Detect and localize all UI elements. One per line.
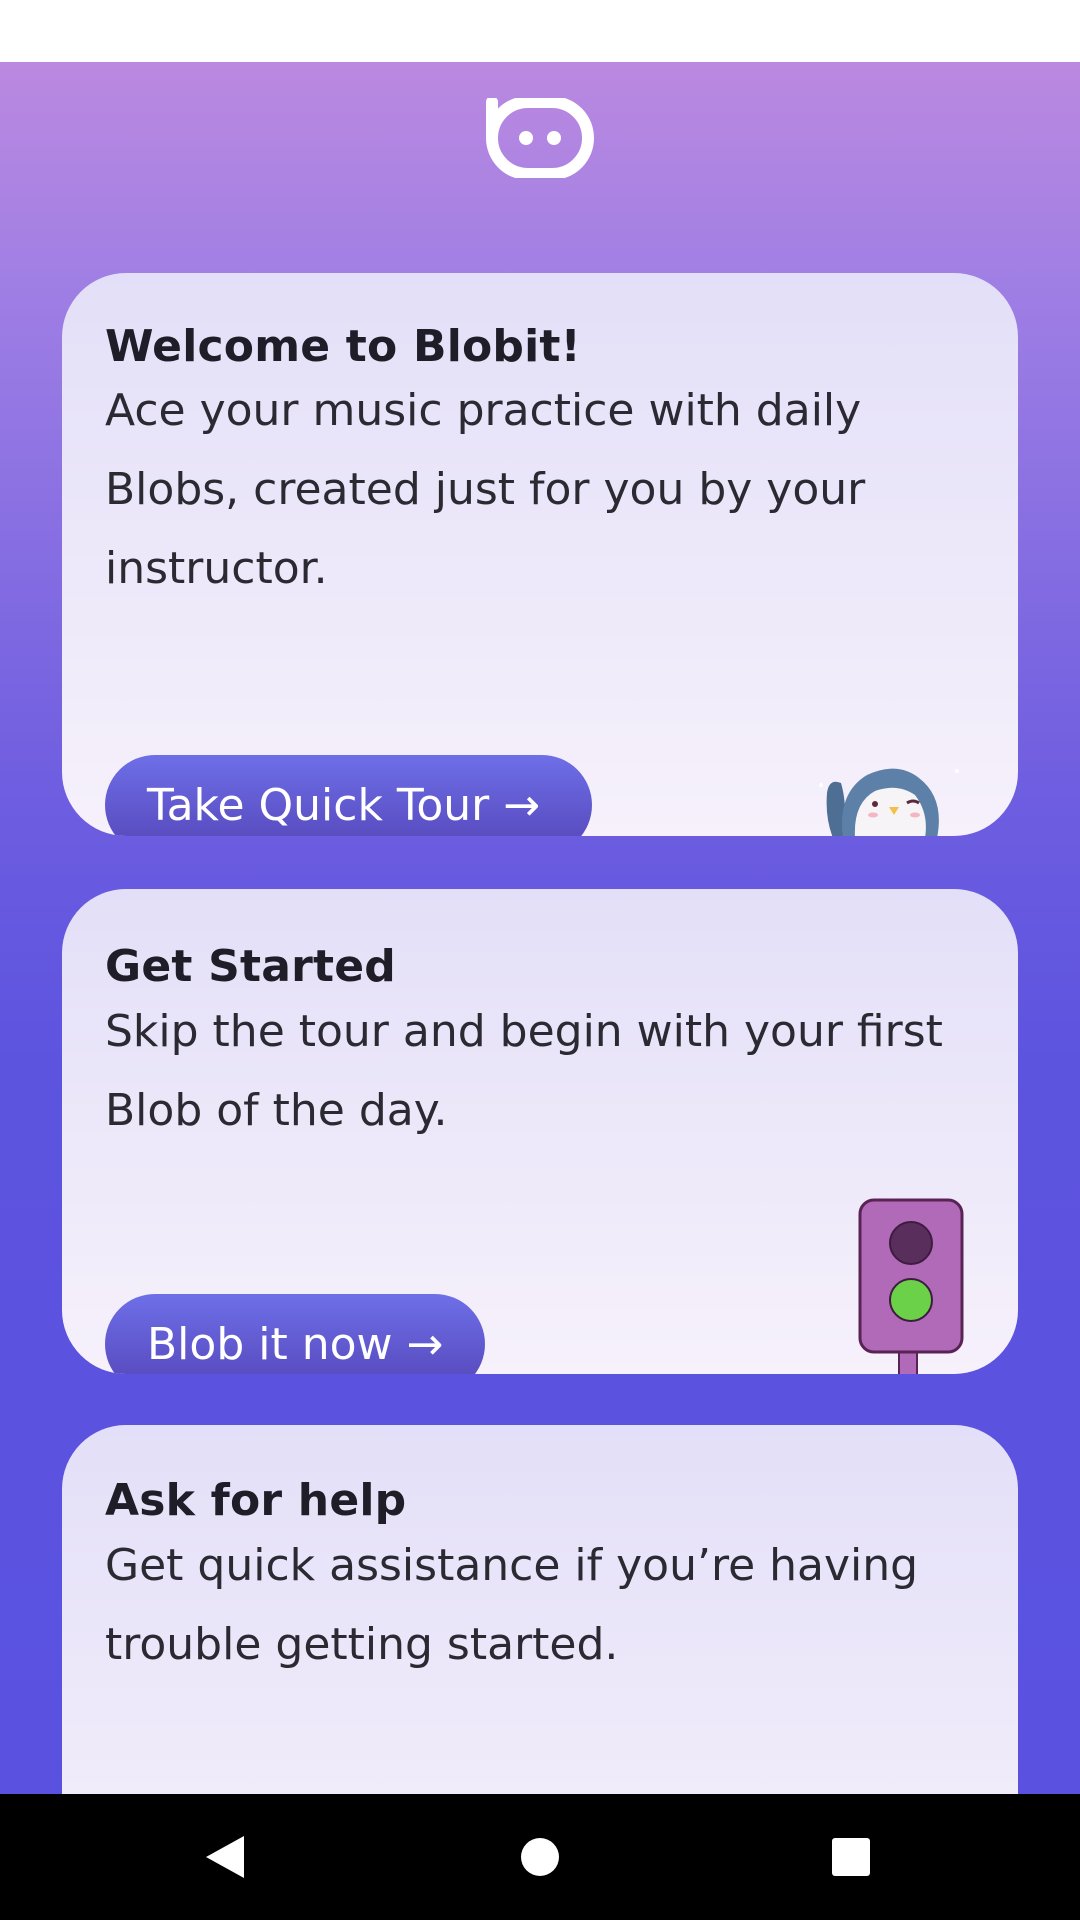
welcome-title: Welcome to Blobit! <box>105 321 581 372</box>
status-bar <box>0 0 1080 62</box>
home-circle-icon[interactable] <box>515 1832 565 1882</box>
ask-for-help-title: Ask for help <box>105 1475 407 1526</box>
raised-hand-icon <box>842 1775 982 1794</box>
ask-for-help-card: Ask for help Get quick assistance if you… <box>62 1425 1018 1794</box>
get-started-card: Get Started Skip the tour and begin with… <box>62 889 1018 1374</box>
blobit-logo-icon <box>486 98 594 178</box>
ask-for-help-text: Get quick assistance if you’re having tr… <box>105 1540 919 1670</box>
blob-it-now-button[interactable]: Blob it now → <box>105 1294 485 1374</box>
get-started-text: Skip the tour and begin with your first … <box>105 1006 943 1136</box>
recents-square-icon[interactable] <box>826 1832 876 1882</box>
waving-penguin-icon <box>819 768 959 836</box>
back-triangle-icon[interactable] <box>200 1832 250 1882</box>
app-screen: Welcome to Blobit! Ace your music practi… <box>0 62 1080 1794</box>
get-started-title: Get Started <box>105 941 396 992</box>
system-nav-bar <box>0 1794 1080 1920</box>
welcome-text: Ace your music practice with daily Blobs… <box>105 385 866 594</box>
traffic-light-icon <box>858 1198 964 1374</box>
welcome-card: Welcome to Blobit! Ace your music practi… <box>62 273 1018 836</box>
take-quick-tour-button[interactable]: Take Quick Tour → <box>105 755 592 836</box>
